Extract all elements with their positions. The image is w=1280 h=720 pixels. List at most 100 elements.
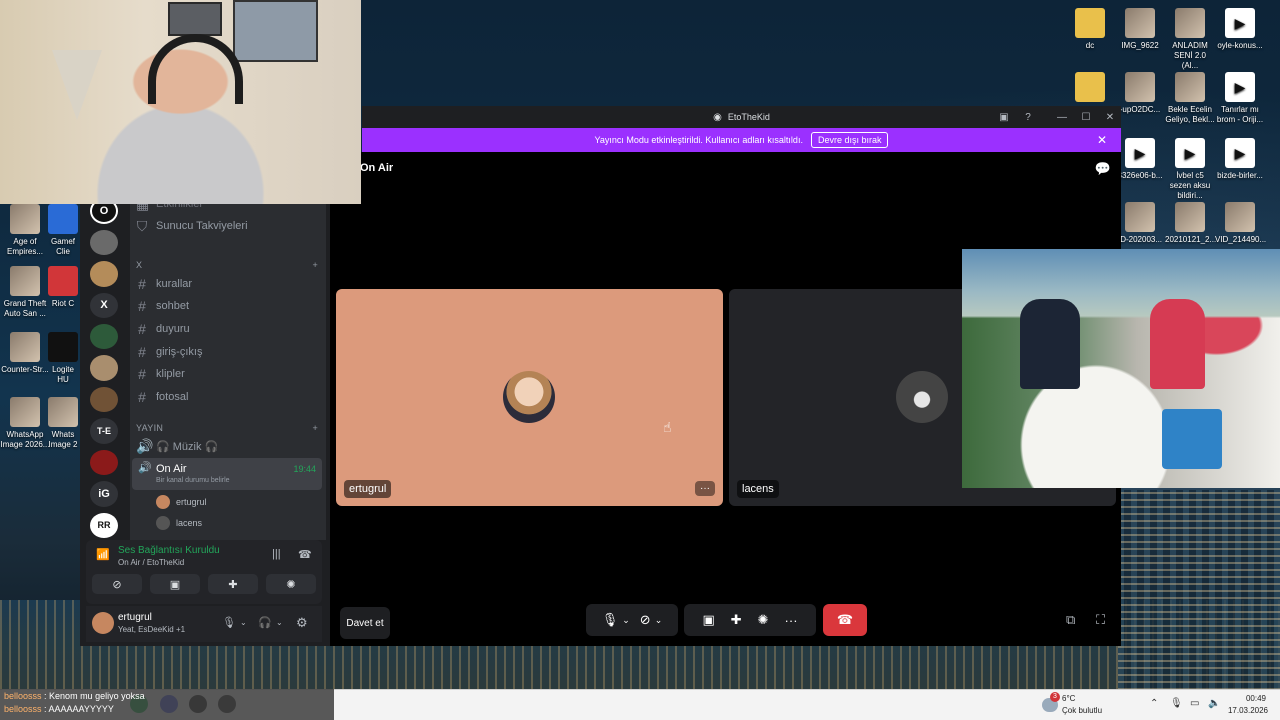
desktop-icon[interactable]: ▶ bizde-birler... [1215, 138, 1265, 181]
channel-title: On Air [360, 162, 394, 174]
server-icon[interactable]: iG [90, 481, 118, 507]
activities-button[interactable]: ✚ [208, 574, 258, 594]
desktop-icon[interactable]: ID-202003... [1115, 202, 1165, 245]
desktop-icon[interactable]: Age of Empires... [0, 204, 50, 257]
maximize-button[interactable]: ☐ [1074, 106, 1098, 128]
disconnect-button[interactable]: ☎ [823, 604, 867, 636]
desktop-icon[interactable]: Counter-Str... [0, 332, 50, 375]
weather-text[interactable]: Çok bulutlu [1062, 706, 1102, 715]
avatar[interactable] [92, 612, 114, 634]
voice-channel-on-air[interactable]: 🔊 On Air 19:44 Bir kanal durumu belirle [132, 458, 322, 490]
soundboard-button[interactable]: ✺ [266, 574, 316, 594]
video-tile-ertugrul[interactable]: ertugrul ··· [336, 289, 723, 506]
soundboard-icon[interactable]: ✺ [758, 612, 769, 628]
close-button[interactable]: ✕ [1098, 106, 1122, 128]
speaker-icon: 🔊 [136, 437, 154, 454]
help-icon[interactable]: ? [1016, 106, 1040, 128]
server-icon[interactable] [90, 386, 118, 413]
server-icon[interactable] [90, 261, 118, 287]
plus-icon[interactable]: + [312, 423, 318, 433]
desktop-icon[interactable]: Gamef Clie [46, 204, 80, 257]
server-icon[interactable]: T-E [90, 418, 118, 444]
channel-duyuru[interactable]: # duyuru [136, 319, 322, 339]
server-icon[interactable]: RR [90, 512, 118, 539]
invite-button[interactable]: Davet et [340, 607, 390, 639]
minimize-button[interactable]: — [1050, 106, 1074, 128]
shield-icon: ⛉ [136, 217, 148, 234]
channel-kurallar[interactable]: # kurallar [136, 274, 322, 294]
desktop-icon[interactable]: -upO2DC... [1115, 72, 1165, 115]
camera-off-button[interactable]: ⊘ [92, 574, 142, 594]
desktop-icon[interactable]: Whats Image 2 [46, 397, 80, 450]
close-icon[interactable]: ✕ [1097, 133, 1107, 147]
server-icon[interactable] [90, 355, 118, 381]
camera-off-icon[interactable]: ⊘ [640, 612, 651, 628]
desktop-icon[interactable]: ▶ İvbel c5 sezen aksu bildiri... [1165, 138, 1215, 201]
chat-icon[interactable]: 💬 [1095, 161, 1111, 177]
popout-icon[interactable]: ⧉ [1066, 612, 1075, 628]
desktop-icon[interactable]: Grand Theft Auto San ... [0, 266, 50, 319]
participant-name: lacens [737, 480, 779, 498]
clock-date[interactable]: 17.03.2026 [1226, 706, 1268, 715]
x-icon[interactable]: X [90, 292, 118, 319]
screen-share-button[interactable]: ▣ [150, 574, 200, 594]
plus-icon[interactable]: + [312, 260, 318, 270]
voice-connection-panel: 📶 Ses Bağlantısı Kuruldu On Air / EtoThe… [86, 540, 322, 604]
soundwave-icon[interactable]: ||| [272, 548, 281, 560]
channel-fotosal[interactable]: # fotosal [136, 387, 322, 407]
desktop-icon[interactable]: 20210121_2... [1165, 202, 1216, 245]
signal-icon[interactable]: 📶 [96, 548, 110, 561]
channel-boosts[interactable]: ⛉ Sunucu Takviyeleri [136, 216, 322, 236]
microphone-icon[interactable]: 🎙 [1170, 698, 1183, 709]
activities-icon[interactable]: ✚ [731, 612, 742, 628]
volume-icon[interactable]: 🔈 [1208, 698, 1220, 709]
clock-time[interactable]: 00:49 [1226, 694, 1266, 703]
microphone-icon[interactable]: 🎙 [222, 616, 236, 629]
network-icon[interactable]: ▭ [1190, 698, 1199, 709]
desktop-icon[interactable]: ▶ 3326e06-b... [1115, 138, 1165, 181]
chevron-down-icon[interactable]: ⌄ [622, 615, 630, 626]
screen-share-icon[interactable]: ▣ [702, 612, 714, 628]
chevron-down-icon[interactable]: ⌄ [655, 615, 663, 626]
desktop-icon[interactable]: ▶ Tanırlar mı brom - Oriji... [1215, 72, 1265, 125]
notification-badge: 3 [1050, 692, 1060, 702]
server-icon[interactable] [90, 449, 118, 476]
chevron-up-icon[interactable]: ⌃ [1150, 698, 1158, 709]
desktop-icon[interactable]: VID_214490... [1215, 202, 1266, 245]
more-icon[interactable]: ··· [785, 613, 798, 628]
desktop-icon[interactable]: Logite HU [46, 332, 80, 385]
server-icon[interactable] [90, 324, 118, 350]
desktop-icon[interactable]: Bekle Ecelin Geliyo, Bekl... [1165, 72, 1215, 125]
server-icon[interactable] [90, 229, 118, 256]
voice-user[interactable]: lacens [156, 516, 202, 530]
desktop-icon[interactable]: Riot C [46, 266, 80, 309]
user-panel: ertugrul Yeat, EsDeeKid +1 🎙 ⌄ 🎧 ⌄ ⚙ [86, 606, 322, 642]
chevron-down-icon[interactable]: ⌄ [240, 618, 247, 627]
channel-list: ▦ Etkinlikler ⛉ Sunucu Takviyeleri X + # kur… [130, 198, 326, 540]
desktop-icon[interactable]: WhatsApp Image 2026... [0, 397, 50, 450]
disconnect-icon[interactable]: ☎ [298, 548, 312, 561]
desktop-icon[interactable] [1065, 72, 1115, 105]
gear-icon[interactable]: ⚙ [296, 615, 308, 631]
avatar [156, 495, 170, 509]
voice-user[interactable]: ertugrul [156, 495, 207, 509]
desktop-icon[interactable]: IMG_9622 [1115, 8, 1165, 51]
desktop-icon[interactable]: dc [1065, 8, 1115, 51]
more-options-button[interactable]: ··· [695, 481, 715, 496]
hash-icon: # [138, 366, 146, 382]
chevron-down-icon[interactable]: ⌄ [276, 618, 283, 627]
desktop-icon[interactable]: ANLADIM SENİ 2.0 (Al... [1165, 8, 1215, 71]
category-x[interactable]: X + [136, 260, 318, 270]
weather-temp[interactable]: 6°C [1062, 694, 1075, 703]
fullscreen-icon[interactable]: ⛶ [1096, 612, 1105, 628]
inbox-icon[interactable]: ▣ [992, 106, 1016, 128]
voice-channel-muzik[interactable]: 🔊 🎧 Müzik 🎧 [136, 436, 322, 456]
headphones-icon[interactable]: 🎧 [258, 616, 272, 629]
channel-klipler[interactable]: # klipler [136, 364, 322, 384]
microphone-icon[interactable]: 🎙 [602, 612, 619, 628]
desktop-icon[interactable]: ▶ oyle-konus... [1215, 8, 1265, 51]
disable-streamer-mode-button[interactable]: Devre dışı bırak [810, 132, 889, 148]
channel-sohbet[interactable]: # sohbet [136, 296, 322, 316]
category-yayin[interactable]: YAYIN + [136, 423, 318, 433]
channel-giris-cikis[interactable]: # giriş-çıkış [136, 342, 322, 362]
